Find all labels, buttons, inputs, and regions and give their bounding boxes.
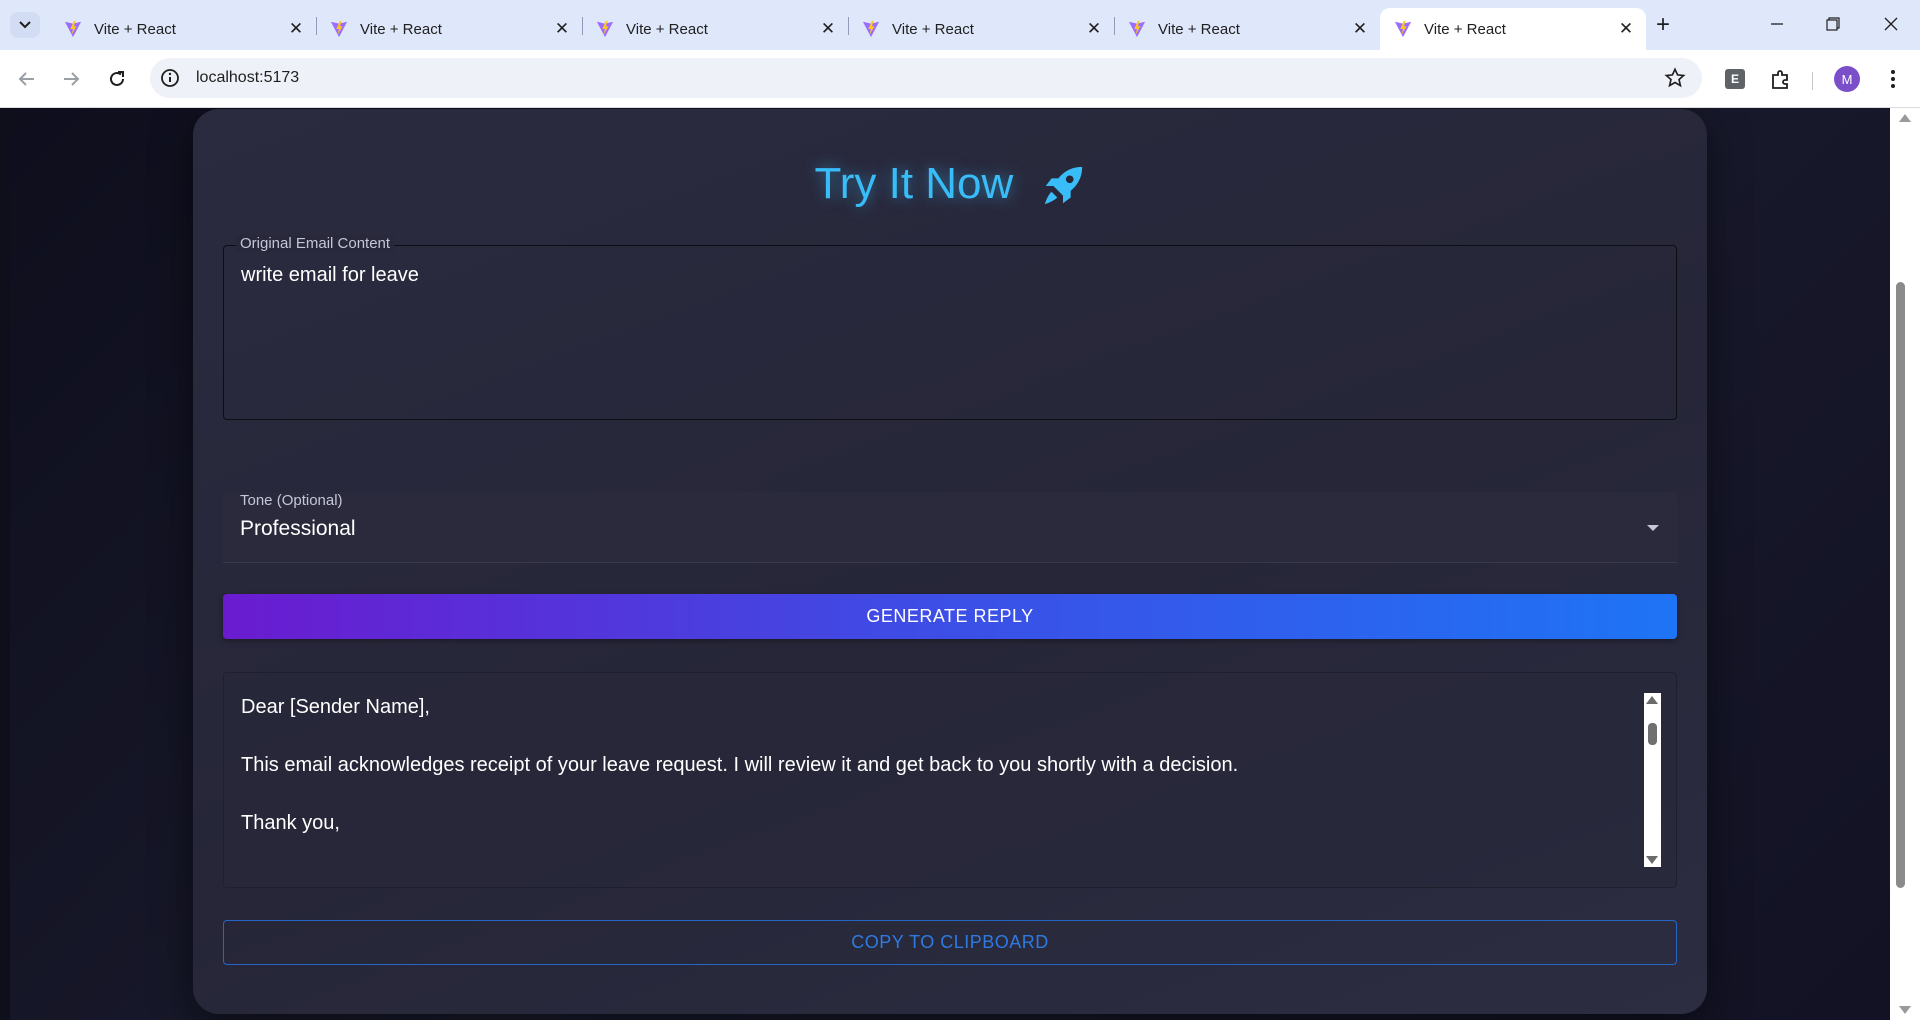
tab-5[interactable]: Vite + React ✕ [1114, 8, 1380, 50]
reply-line: Thank you, [241, 812, 340, 834]
tab-title: Vite + React [1424, 20, 1506, 38]
generated-reply-text[interactable]: Dear [Sender Name], This email acknowled… [241, 693, 1611, 867]
close-icon[interactable]: ✕ [818, 19, 838, 39]
chevron-down-icon[interactable] [1647, 525, 1659, 531]
tab-6-active[interactable]: Vite + React ✕ [1380, 8, 1646, 50]
extension-e-icon[interactable]: E [1722, 66, 1748, 92]
address-bar[interactable]: localhost:5173 [150, 58, 1702, 98]
vite-favicon-icon [1394, 20, 1412, 38]
restore-icon[interactable] [1808, 8, 1858, 40]
rocket-icon [1044, 167, 1082, 205]
bookmark-star-icon[interactable] [1664, 67, 1686, 89]
scroll-thumb[interactable] [1648, 723, 1657, 745]
tab-title: Vite + React [626, 20, 708, 38]
window-close-icon[interactable] [1866, 8, 1916, 40]
copy-to-clipboard-button[interactable]: COPY TO CLIPBOARD [223, 920, 1677, 965]
browser-toolbar: localhost:5173 E M [0, 50, 1920, 108]
tab-strip: Vite + React ✕ Vite + React ✕ Vite + Rea… [0, 0, 1920, 50]
scroll-up-icon[interactable] [1899, 114, 1911, 122]
page-viewport: Try It Now Original Email Content write … [10, 108, 1890, 1020]
reply-line: Dear [Sender Name], [241, 696, 430, 718]
vite-favicon-icon [596, 20, 614, 38]
forward-icon[interactable] [56, 64, 86, 94]
close-icon[interactable]: ✕ [286, 19, 306, 39]
close-icon[interactable]: ✕ [552, 19, 572, 39]
generated-reply-box[interactable]: Dear [Sender Name], This email acknowled… [223, 672, 1677, 888]
new-tab-icon[interactable]: + [1648, 11, 1678, 38]
email-content-label: Original Email Content [236, 235, 395, 252]
email-content-field[interactable]: Original Email Content write email for l… [223, 235, 1677, 420]
close-icon[interactable]: ✕ [1084, 19, 1104, 39]
vite-favicon-icon [1128, 20, 1146, 38]
extension-e-label: E [1725, 69, 1745, 89]
page-scrollbar[interactable] [1890, 108, 1920, 1020]
site-info-icon[interactable] [160, 68, 180, 88]
url-text: localhost:5173 [196, 69, 300, 86]
back-icon[interactable] [12, 64, 42, 94]
avatar: M [1834, 66, 1860, 92]
scroll-up-icon[interactable] [1646, 696, 1658, 704]
tab-2[interactable]: Vite + React ✕ [316, 8, 582, 50]
minimize-icon[interactable] [1752, 8, 1802, 40]
generate-reply-button[interactable]: GENERATE REPLY [223, 594, 1677, 639]
page-title-row: Try It Now [193, 159, 1707, 209]
extensions-puzzle-icon[interactable] [1768, 66, 1794, 92]
scroll-down-icon[interactable] [1899, 1006, 1911, 1014]
reload-icon[interactable] [102, 64, 132, 94]
vite-favicon-icon [330, 20, 348, 38]
tab-3[interactable]: Vite + React ✕ [582, 8, 848, 50]
try-it-card: Try It Now Original Email Content write … [193, 109, 1707, 1014]
tone-label: Tone (Optional) [240, 492, 343, 509]
tone-selected-value: Professional [240, 517, 356, 540]
tab-title: Vite + React [94, 20, 176, 38]
tab-title: Vite + React [1158, 20, 1240, 38]
profile-avatar[interactable]: M [1834, 66, 1860, 92]
tab-4[interactable]: Vite + React ✕ [848, 8, 1114, 50]
tab-title: Vite + React [360, 20, 442, 38]
close-icon[interactable]: ✕ [1616, 19, 1636, 39]
scroll-thumb[interactable] [1896, 282, 1905, 888]
toolbar-divider [1812, 72, 1813, 90]
tab-1[interactable]: Vite + React ✕ [50, 8, 316, 50]
vite-favicon-icon [64, 20, 82, 38]
tab-search-button[interactable] [10, 12, 40, 38]
menu-kebab-icon[interactable] [1880, 66, 1906, 92]
tab-search-icon [19, 21, 31, 29]
scroll-down-icon[interactable] [1646, 856, 1658, 864]
tab-title: Vite + React [892, 20, 974, 38]
page-title: Try It Now [814, 159, 1014, 208]
reply-line: This email acknowledges receipt of your … [241, 754, 1239, 776]
close-icon[interactable]: ✕ [1350, 19, 1370, 39]
reply-scrollbar[interactable] [1644, 693, 1661, 867]
tone-select[interactable]: Tone (Optional) Professional [223, 492, 1677, 563]
vite-favicon-icon [862, 20, 880, 38]
email-content-value[interactable]: write email for leave [241, 264, 419, 287]
